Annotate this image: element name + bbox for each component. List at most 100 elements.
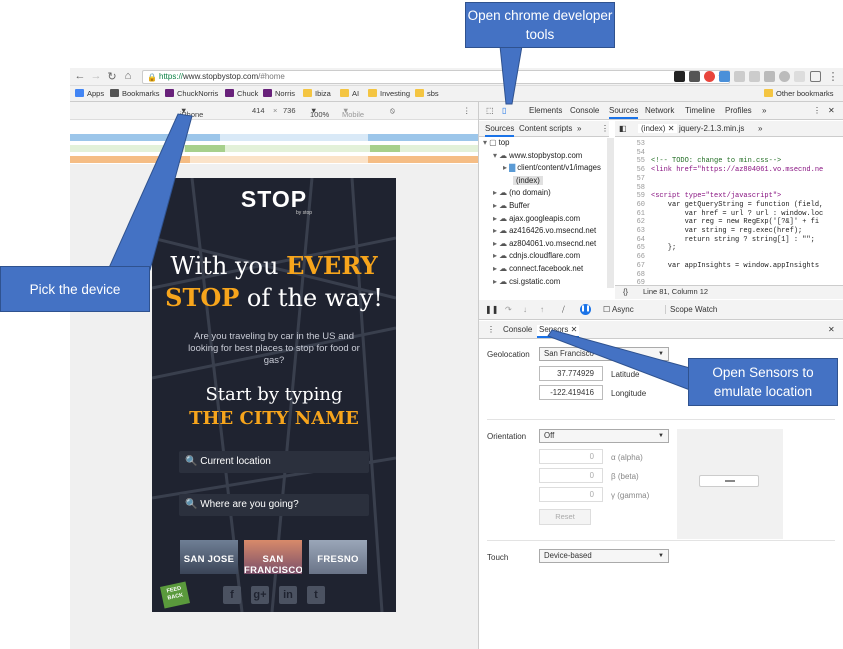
async-checkbox[interactable]: ☐ Async (603, 305, 634, 314)
device-menu-icon[interactable]: ⋮ (463, 106, 471, 115)
bookmark-bookmarks[interactable]: Bookmarks (110, 88, 160, 99)
close-icon[interactable]: ✕ (668, 124, 675, 133)
tab-index-file[interactable]: (index) ✕ (638, 124, 678, 133)
city-card-fresno[interactable]: FRESNO (309, 540, 367, 574)
toggle-navigator-icon[interactable]: ◧ (619, 124, 627, 133)
reset-button[interactable]: Reset (539, 509, 591, 525)
home-icon[interactable]: ⌂ (121, 70, 135, 82)
extension-grey4-icon[interactable] (779, 71, 790, 82)
bookmark-ibiza[interactable]: Ibiza (303, 88, 331, 99)
tree-item[interactable]: ▸ ☁ ajax.googleapis.com (493, 214, 580, 223)
bookmark-sbs[interactable]: sbs (415, 88, 439, 99)
tree-item[interactable]: ▸ ☁ Buffer (493, 201, 530, 210)
pause-icon[interactable]: ❚❚ (485, 305, 498, 314)
linkedin-icon[interactable]: in (279, 586, 297, 604)
bookmark-investing[interactable]: Investing (368, 88, 410, 99)
inspect-icon[interactable]: ⬚ (486, 106, 494, 115)
close-icon[interactable]: ✕ (571, 325, 578, 334)
extension-grey3-icon[interactable] (764, 71, 775, 82)
device-select[interactable]: iPhone 6 Plus ▼ (180, 106, 203, 128)
rotate-icon[interactable]: ⦸ (390, 106, 395, 116)
navigator-menu-icon[interactable]: ⋮ (601, 124, 609, 133)
tree-item[interactable]: ▸ ☁ az416426.vo.msecnd.net (493, 226, 596, 235)
destination-input[interactable]: 🔍 Where are you going? (179, 494, 369, 516)
city-card-san-francisco[interactable]: SAN FRANCISCO (244, 540, 302, 574)
tab-jquery-file[interactable]: jquery-2.1.3.min.js (679, 124, 744, 133)
deactivate-breakpoints-icon[interactable]: ⧸ (562, 305, 565, 315)
orientation-select[interactable]: Off (539, 429, 669, 443)
cast-icon[interactable] (810, 71, 821, 82)
step-over-icon[interactable]: ↷ (505, 305, 512, 314)
tree-item[interactable]: (index) (513, 175, 543, 185)
pause-exceptions-icon[interactable]: ❚❚ (580, 304, 591, 315)
tab-sources-nav[interactable]: Sources (485, 124, 515, 137)
tab-network[interactable]: Network (645, 106, 674, 115)
geolocation-select[interactable]: San Francisco (539, 347, 669, 361)
facebook-icon[interactable]: f (223, 586, 241, 604)
reload-icon[interactable]: ↻ (105, 70, 119, 83)
mode-select[interactable]: Mobile ▼ (342, 106, 364, 119)
bookmark-chuck[interactable]: Chuck (225, 88, 258, 99)
tree-item[interactable]: ▾ ▢ top (483, 138, 509, 147)
step-out-icon[interactable]: ↑ (540, 305, 544, 314)
devtools-menu-icon[interactable]: ⋮ (813, 106, 821, 115)
tree-scrollbar[interactable] (607, 138, 614, 288)
device-toggle-icon[interactable]: ▯ (502, 106, 506, 115)
current-location-input[interactable]: 🔍 Current location (179, 451, 369, 473)
tab-sensors[interactable]: Sensors ✕ (537, 325, 580, 338)
tree-item[interactable]: ▸ ☁ cdnjs.cloudflare.com (493, 251, 580, 260)
extension-grey5-icon[interactable] (794, 71, 805, 82)
tab-watch[interactable]: Watch (695, 305, 717, 314)
tab-console-drawer[interactable]: Console (503, 325, 532, 334)
devtools-close-icon[interactable]: ✕ (828, 106, 835, 115)
gamma-input[interactable]: 0 (539, 487, 603, 502)
pretty-print-icon[interactable]: {} (623, 286, 628, 298)
drawer-menu-icon[interactable]: ⋮ (487, 325, 495, 334)
zoom-select[interactable]: 100% ▼ (310, 106, 329, 119)
extension-k-icon[interactable] (674, 71, 685, 82)
tree-item[interactable]: ▾ ☁ www.stopbystop.com (493, 151, 582, 160)
tab-scope[interactable]: Scope (665, 305, 693, 314)
code-editor[interactable]: 53 54 55 <!-- TODO: change to min.css--> 56 <… (615, 138, 843, 286)
tab-more[interactable]: » (762, 106, 766, 115)
back-icon[interactable]: ← (73, 70, 87, 82)
tree-item[interactable]: ▸ ☁ az804061.vo.msecnd.net (493, 239, 596, 248)
other-bookmarks[interactable]: Other bookmarks (764, 88, 834, 99)
forward-icon[interactable]: → (89, 70, 103, 82)
tab-sources[interactable]: Sources (609, 106, 639, 119)
tab-timeline[interactable]: Timeline (685, 106, 715, 115)
tab-content-scripts[interactable]: Content scripts (519, 124, 572, 133)
longitude-input[interactable]: -122.419416 (539, 385, 603, 400)
beta-input[interactable]: 0 (539, 468, 603, 483)
extension-color-icon[interactable] (704, 71, 715, 82)
bookmark-chucknorris[interactable]: ChuckNorris (165, 88, 218, 99)
twitter-icon[interactable]: t (307, 586, 325, 604)
address-bar[interactable]: 🔒 https://www.stopbystop.com/#home ◈ ☆ (142, 70, 730, 84)
city-card-san-jose[interactable]: SAN JOSE (180, 540, 238, 574)
menu-kebab-icon[interactable]: ⋮ (826, 70, 840, 83)
bookmark-apps[interactable]: Apps (75, 88, 104, 99)
extension-grey2-icon[interactable] (749, 71, 760, 82)
tab-file-more[interactable]: » (758, 124, 762, 133)
tree-item[interactable]: ▸ ☁ connect.facebook.net (493, 264, 583, 273)
alpha-input[interactable]: 0 (539, 449, 603, 464)
tab-elements[interactable]: Elements (529, 106, 562, 115)
tree-item[interactable]: ▸ ☁ (no domain) (493, 188, 551, 197)
tree-item[interactable]: ▸ ☁ csi.gstatic.com (493, 277, 560, 286)
tab-nav-more[interactable]: » (577, 124, 581, 133)
google-plus-icon[interactable]: g+ (251, 586, 269, 604)
extension-grey-icon[interactable] (734, 71, 745, 82)
latitude-input[interactable]: 37.774929 (539, 366, 603, 381)
bookmark-norris[interactable]: Norris (263, 88, 295, 99)
device-height[interactable]: 736 (283, 106, 296, 115)
step-into-icon[interactable]: ↓ (523, 305, 527, 314)
extension-blue-icon[interactable] (719, 71, 730, 82)
drawer-close-icon[interactable]: ✕ (828, 325, 835, 334)
tab-console[interactable]: Console (570, 106, 599, 115)
tab-profiles[interactable]: Profiles (725, 106, 752, 115)
tree-item[interactable]: ▸ ▇ client/content/v1/images (503, 163, 601, 172)
extension-layers-icon[interactable] (689, 71, 700, 82)
logo[interactable]: STOP by stop (152, 186, 396, 216)
bookmark-ai[interactable]: AI (340, 88, 359, 99)
device-width[interactable]: 414 (252, 106, 265, 115)
